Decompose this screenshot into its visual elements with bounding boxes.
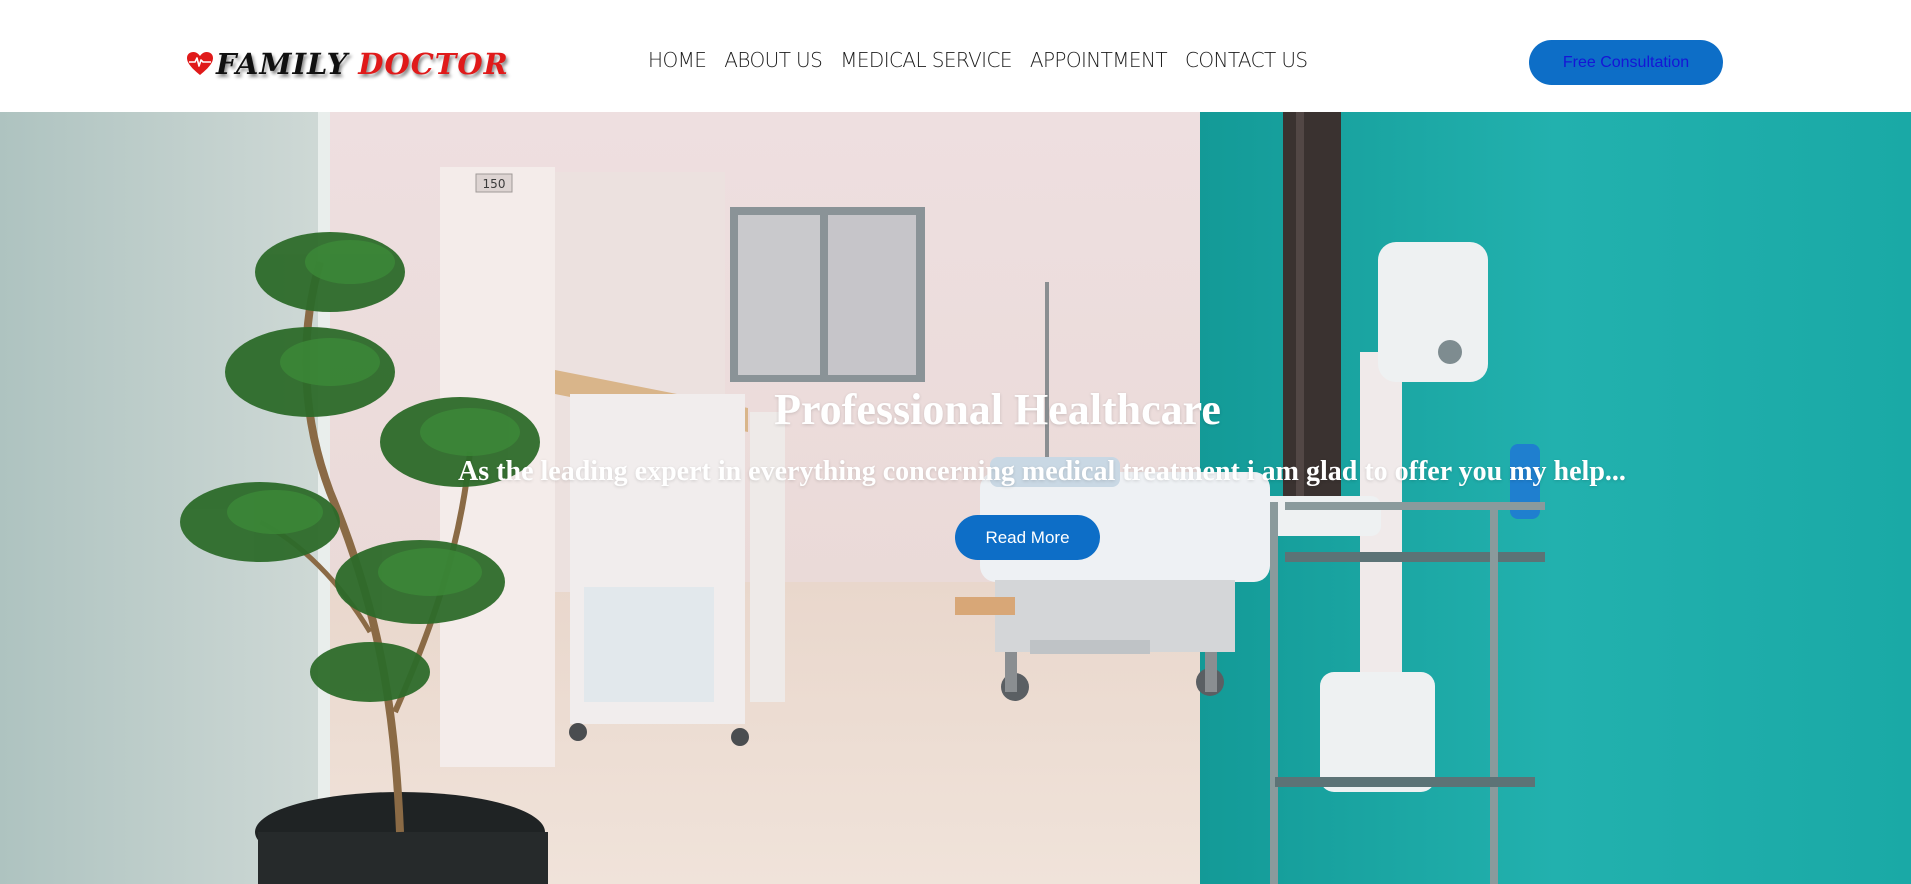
- read-more-button[interactable]: Read More: [955, 515, 1100, 560]
- main-nav: HOME ABOUT US MEDICAL SERVICE APPOINTMEN…: [648, 48, 1308, 72]
- nav-item-appointment[interactable]: APPOINTMENT: [1030, 48, 1168, 72]
- site-logo[interactable]: FAMILY DOCTOR: [186, 44, 509, 84]
- site-header: FAMILY DOCTOR HOME ABOUT US MEDICAL SERV…: [0, 0, 1911, 112]
- free-consultation-button[interactable]: Free Consultation: [1529, 40, 1723, 85]
- hero-section: 150 Professional Healthcare As the leadi…: [0, 112, 1911, 884]
- logo-text-doctor: DOCTOR: [358, 47, 509, 81]
- room-number-sign: 150: [483, 177, 506, 191]
- hero-title: Professional Healthcare: [774, 385, 1221, 434]
- nav-item-home[interactable]: HOME: [648, 48, 707, 72]
- heart-pulse-icon: [187, 52, 213, 75]
- logo-text-family: FAMILY: [216, 47, 349, 81]
- hero-subtitle: As the leading expert in everything conc…: [458, 456, 1626, 487]
- hero-background-image: 150: [0, 112, 1911, 884]
- nav-item-medical-service[interactable]: MEDICAL SERVICE: [840, 48, 1012, 72]
- nav-item-contact-us[interactable]: CONTACT US: [1185, 48, 1308, 72]
- nav-item-about-us[interactable]: ABOUT US: [724, 48, 823, 72]
